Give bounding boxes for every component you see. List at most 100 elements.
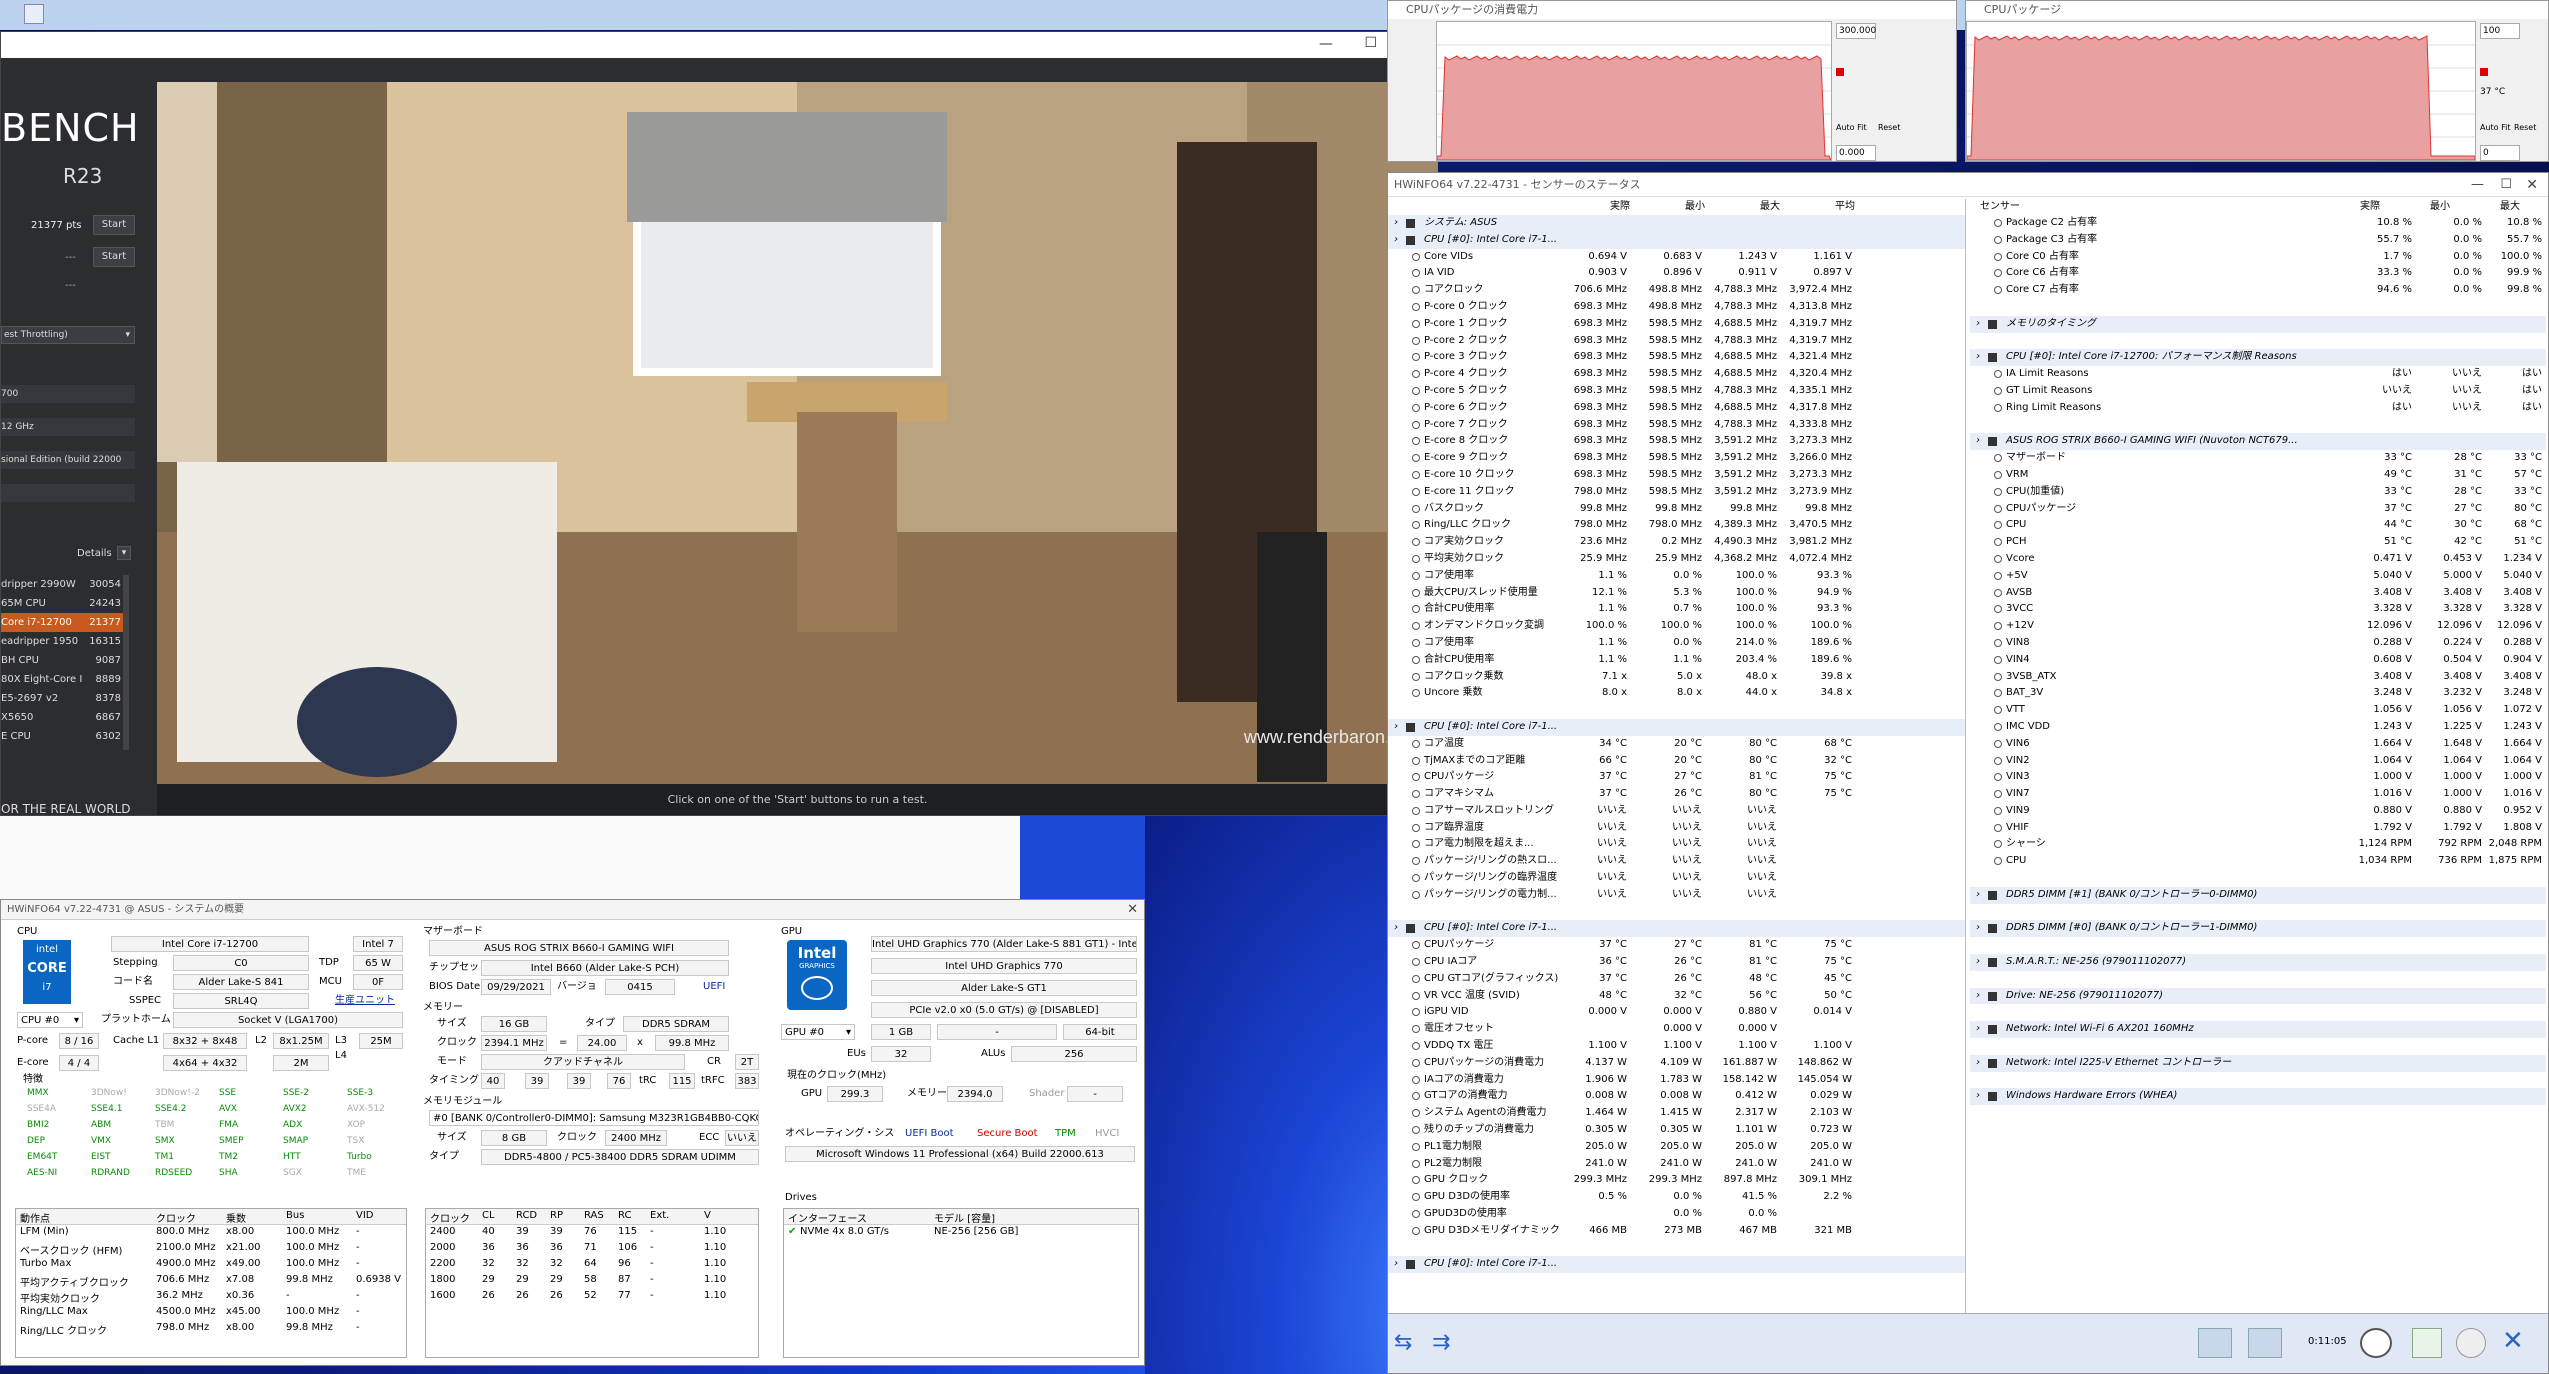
start-single-button[interactable]: Start xyxy=(93,247,135,267)
sensor-row[interactable]: 合計CPU使用率 1.1 % 0.7 % 100.0 % 93.3 % xyxy=(1388,601,1965,618)
sensor-row[interactable]: E-core 10 クロック 698.3 MHz 598.5 MHz 3,591.2 … xyxy=(1388,467,1965,484)
autofit-button[interactable]: Auto Fit xyxy=(1836,123,1867,132)
clock-table-row[interactable]: Turbo Max 4900.0 MHz x49.00 100.0 MHz - xyxy=(16,1257,406,1273)
sensor-row[interactable]: 残りのチップの消費電力 0.305 W 0.305 W 1.101 W 0.723 W xyxy=(1388,1122,1965,1139)
nav-left-icon[interactable]: ⇆ xyxy=(1394,1330,1412,1355)
close-icon[interactable]: ✕ xyxy=(2502,1326,2524,1356)
sensor-row[interactable]: CPU(加重値) 33 °C 28 °C 33 °C xyxy=(1970,484,2546,501)
header-min[interactable]: 最小 xyxy=(1685,199,1705,215)
sensor-row[interactable]: コアサーマルスロットリング いいえ いいえ いいえ xyxy=(1388,803,1965,820)
sensor-row[interactable]: 電圧オフセット 0.000 V 0.000 V xyxy=(1388,1021,1965,1038)
header-sensor[interactable]: センサー xyxy=(1980,199,2020,215)
add-report-icon[interactable] xyxy=(2412,1328,2442,1358)
minimize-button[interactable]: — xyxy=(2471,173,2484,197)
sensor-row[interactable]: Ring Limit Reasons はい いいえ はい xyxy=(1970,400,2546,417)
sensor-row[interactable]: Vcore 0.471 V 0.453 V 1.234 V xyxy=(1970,551,2546,568)
sensor-group[interactable]: › ASUS ROG STRIX B660-I GAMING WIFI (Nuvo… xyxy=(1970,433,2546,451)
sensor-row[interactable]: シャーシ 1,124 RPM 792 RPM 2,048 RPM xyxy=(1970,836,2546,853)
sensor-row[interactable]: VTT 1.056 V 1.056 V 1.072 V xyxy=(1970,702,2546,719)
ranking-row[interactable]: E5-2697 v2 8378 xyxy=(1,689,125,708)
maximize-button[interactable]: ☐ xyxy=(2500,173,2512,197)
sensor-row[interactable]: CPUパッケージの消費電力 4.137 W 4.109 W 161.887 W 148.… xyxy=(1388,1055,1965,1072)
ranking-row[interactable]: dripper 2990W 30054 xyxy=(1,575,125,594)
sensor-row[interactable]: P-core 6 クロック 698.3 MHz 598.5 MHz 4,688.5 M… xyxy=(1388,400,1965,417)
expand-icon[interactable]: › xyxy=(1394,232,1398,249)
start-multi-button[interactable]: Start xyxy=(93,215,135,235)
ranking-row[interactable]: 65M CPU 24243 xyxy=(1,594,125,613)
sensor-row[interactable]: VHIF 1.792 V 1.792 V 1.808 V xyxy=(1970,820,2546,837)
sensor-row[interactable]: Ring/LLC クロック 798.0 MHz 798.0 MHz 4,389.3 M… xyxy=(1388,517,1965,534)
expand-icon[interactable]: › xyxy=(1976,988,1980,1005)
sensor-row[interactable]: Package C2 占有率 10.8 % 0.0 % 10.8 % xyxy=(1970,215,2546,232)
expand-icon[interactable]: › xyxy=(1976,316,1980,333)
sensor-row[interactable]: オンデマンドクロック変調 100.0 % 100.0 % 100.0 % 100.0 % xyxy=(1388,618,1965,635)
sensor-row[interactable]: VIN6 1.664 V 1.648 V 1.664 V xyxy=(1970,736,2546,753)
expand-icon[interactable]: › xyxy=(1976,1021,1980,1038)
sensor-row[interactable]: E-core 9 クロック 698.3 MHz 598.5 MHz 3,591.2 M… xyxy=(1388,450,1965,467)
sensor-row[interactable]: パッケージ/リングの熱スロ... いいえ いいえ いいえ xyxy=(1388,853,1965,870)
sensor-row[interactable]: P-core 5 クロック 698.3 MHz 598.5 MHz 4,788.3 M… xyxy=(1388,383,1965,400)
sensor-row[interactable]: IA VID 0.903 V 0.896 V 0.911 V 0.897 V xyxy=(1388,265,1965,282)
gpu-select-dropdown[interactable]: GPU #0 ▾ xyxy=(781,1024,855,1040)
sensor-row[interactable]: Core C7 占有率 94.6 % 0.0 % 99.8 % xyxy=(1970,282,2546,299)
sensor-group[interactable]: › CPU [#0]: Intel Core i7-1... xyxy=(1388,1256,1965,1274)
expand-icon[interactable]: › xyxy=(1394,1256,1398,1273)
sensor-row[interactable]: マザーボード 33 °C 28 °C 33 °C xyxy=(1970,450,2546,467)
sensor-group[interactable]: › メモリのタイミング xyxy=(1970,315,2546,333)
sensor-row[interactable]: VIN8 0.288 V 0.224 V 0.288 V xyxy=(1970,635,2546,652)
sensor-row[interactable]: コアクロック乗数 7.1 x 5.0 x 48.0 x 39.8 x xyxy=(1388,669,1965,686)
ranking-row[interactable]: E CPU 6302 xyxy=(1,727,125,746)
sensor-row[interactable]: VDDQ TX 電圧 1.100 V 1.100 V 1.100 V 1.100 V xyxy=(1388,1038,1965,1055)
sensor-row[interactable]: VIN2 1.064 V 1.064 V 1.064 V xyxy=(1970,753,2546,770)
expand-icon[interactable]: › xyxy=(1976,887,1980,904)
sensor-row[interactable]: GPUD3Dの使用率 0.0 % 0.0 % xyxy=(1388,1206,1965,1223)
sensor-group[interactable]: › CPU [#0]: Intel Core i7-1... xyxy=(1388,718,1965,736)
sensor-row[interactable]: BAT_3V 3.248 V 3.232 V 3.248 V xyxy=(1970,685,2546,702)
production-unit-link[interactable]: 生産ユニット xyxy=(335,993,395,1009)
sensor-row[interactable]: P-core 4 クロック 698.3 MHz 598.5 MHz 4,688.5 M… xyxy=(1388,366,1965,383)
sensor-row[interactable]: 3VSB_ATX 3.408 V 3.408 V 3.408 V xyxy=(1970,669,2546,686)
sensor-row[interactable]: PL2電力制限 241.0 W 241.0 W 241.0 W 241.0 W xyxy=(1388,1156,1965,1173)
expand-icon[interactable]: › xyxy=(1976,1088,1980,1105)
sensor-group[interactable]: › DDR5 DIMM [#0] (BANK 0/コントローラー1-DIMM0) xyxy=(1970,920,2546,938)
network-icon[interactable] xyxy=(2198,1328,2232,1358)
sensor-row[interactable]: CPUパッケージ 37 °C 27 °C 81 °C 75 °C xyxy=(1388,769,1965,786)
sensor-row[interactable]: GPU D3Dメモリダイナミック 466 MB 273 MB 467 MB 321 MB xyxy=(1388,1223,1965,1240)
sensor-group[interactable]: › システム: ASUS xyxy=(1388,215,1965,232)
memory-table-row[interactable]: 1800 29 29 29 58 87 - 1.10 xyxy=(426,1273,758,1289)
sensor-row[interactable]: P-core 2 クロック 698.3 MHz 598.5 MHz 4,788.3 M… xyxy=(1388,333,1965,350)
sensor-row[interactable]: コア臨界温度 いいえ いいえ いいえ xyxy=(1388,820,1965,837)
sensor-row[interactable]: VIN7 1.016 V 1.000 V 1.016 V xyxy=(1970,786,2546,803)
sensor-group[interactable]: › Windows Hardware Errors (WHEA) xyxy=(1970,1088,2546,1106)
sensor-row[interactable]: コア実効クロック 23.6 MHz 0.2 MHz 4,490.3 MHz 3,981.… xyxy=(1388,534,1965,551)
ranking-row[interactable]: 80X Eight-Core I 8889 xyxy=(1,670,125,689)
sensor-row[interactable]: 平均実効クロック 25.9 MHz 25.9 MHz 4,368.2 MHz 4,072… xyxy=(1388,551,1965,568)
sensor-group[interactable]: › CPU [#0]: Intel Core i7-1... xyxy=(1388,920,1965,938)
memory-table-row[interactable]: 1600 26 26 26 52 77 - 1.10 xyxy=(426,1289,758,1305)
graph-min[interactable]: 0.000 xyxy=(1836,145,1876,161)
sensor-row[interactable]: IMC VDD 1.243 V 1.225 V 1.243 V xyxy=(1970,719,2546,736)
ranking-row[interactable]: eadripper 1950 16315 xyxy=(1,632,125,651)
sensor-group[interactable]: › S.M.A.R.T.: NE-256 (979011102077) xyxy=(1970,954,2546,971)
sensor-row[interactable]: CPU IAコア 36 °C 26 °C 81 °C 75 °C xyxy=(1388,954,1965,971)
memory-table-row[interactable]: 2000 36 36 36 71 106 - 1.10 xyxy=(426,1241,758,1257)
sensor-row[interactable]: コア使用率 1.1 % 0.0 % 214.0 % 189.6 % xyxy=(1388,635,1965,652)
reset-button[interactable]: Reset xyxy=(1878,123,1900,132)
ranking-row[interactable]: X5650 6867 xyxy=(1,708,125,727)
sensor-group[interactable]: › DDR5 DIMM [#1] (BANK 0/コントローラー0-DIMM0) xyxy=(1970,886,2546,904)
expand-icon[interactable]: › xyxy=(1976,349,1980,366)
header-max[interactable]: 最大 xyxy=(2500,199,2520,215)
close-button[interactable]: ✕ xyxy=(1127,902,1138,917)
sensor-group[interactable]: › Network: Intel I225-V Ethernet コントローラー xyxy=(1970,1054,2546,1072)
sensor-group[interactable]: › CPU [#0]: Intel Core i7-12700: パフォーマンス制… xyxy=(1970,349,2546,367)
sensor-row[interactable]: AVSB 3.408 V 3.408 V 3.408 V xyxy=(1970,585,2546,602)
header-current[interactable]: 実際 xyxy=(2360,199,2380,215)
sensor-row[interactable]: CPUパッケージ 37 °C 27 °C 81 °C 75 °C xyxy=(1388,937,1965,954)
header-max[interactable]: 最大 xyxy=(1760,199,1780,215)
clock-table-row[interactable]: Ring/LLC Max 4500.0 MHz x45.00 100.0 MHz - xyxy=(16,1305,406,1321)
memory-table-row[interactable]: 2400 40 39 39 76 115 - 1.10 xyxy=(426,1225,758,1241)
expand-icon[interactable]: › xyxy=(1394,719,1398,736)
recycle-bin-icon[interactable] xyxy=(24,4,44,24)
header-current[interactable]: 実際 xyxy=(1610,199,1630,215)
clock-table-row[interactable]: ベースクロック (HFM) 2100.0 MHz x21.00 100.0 MHz - xyxy=(16,1241,406,1257)
